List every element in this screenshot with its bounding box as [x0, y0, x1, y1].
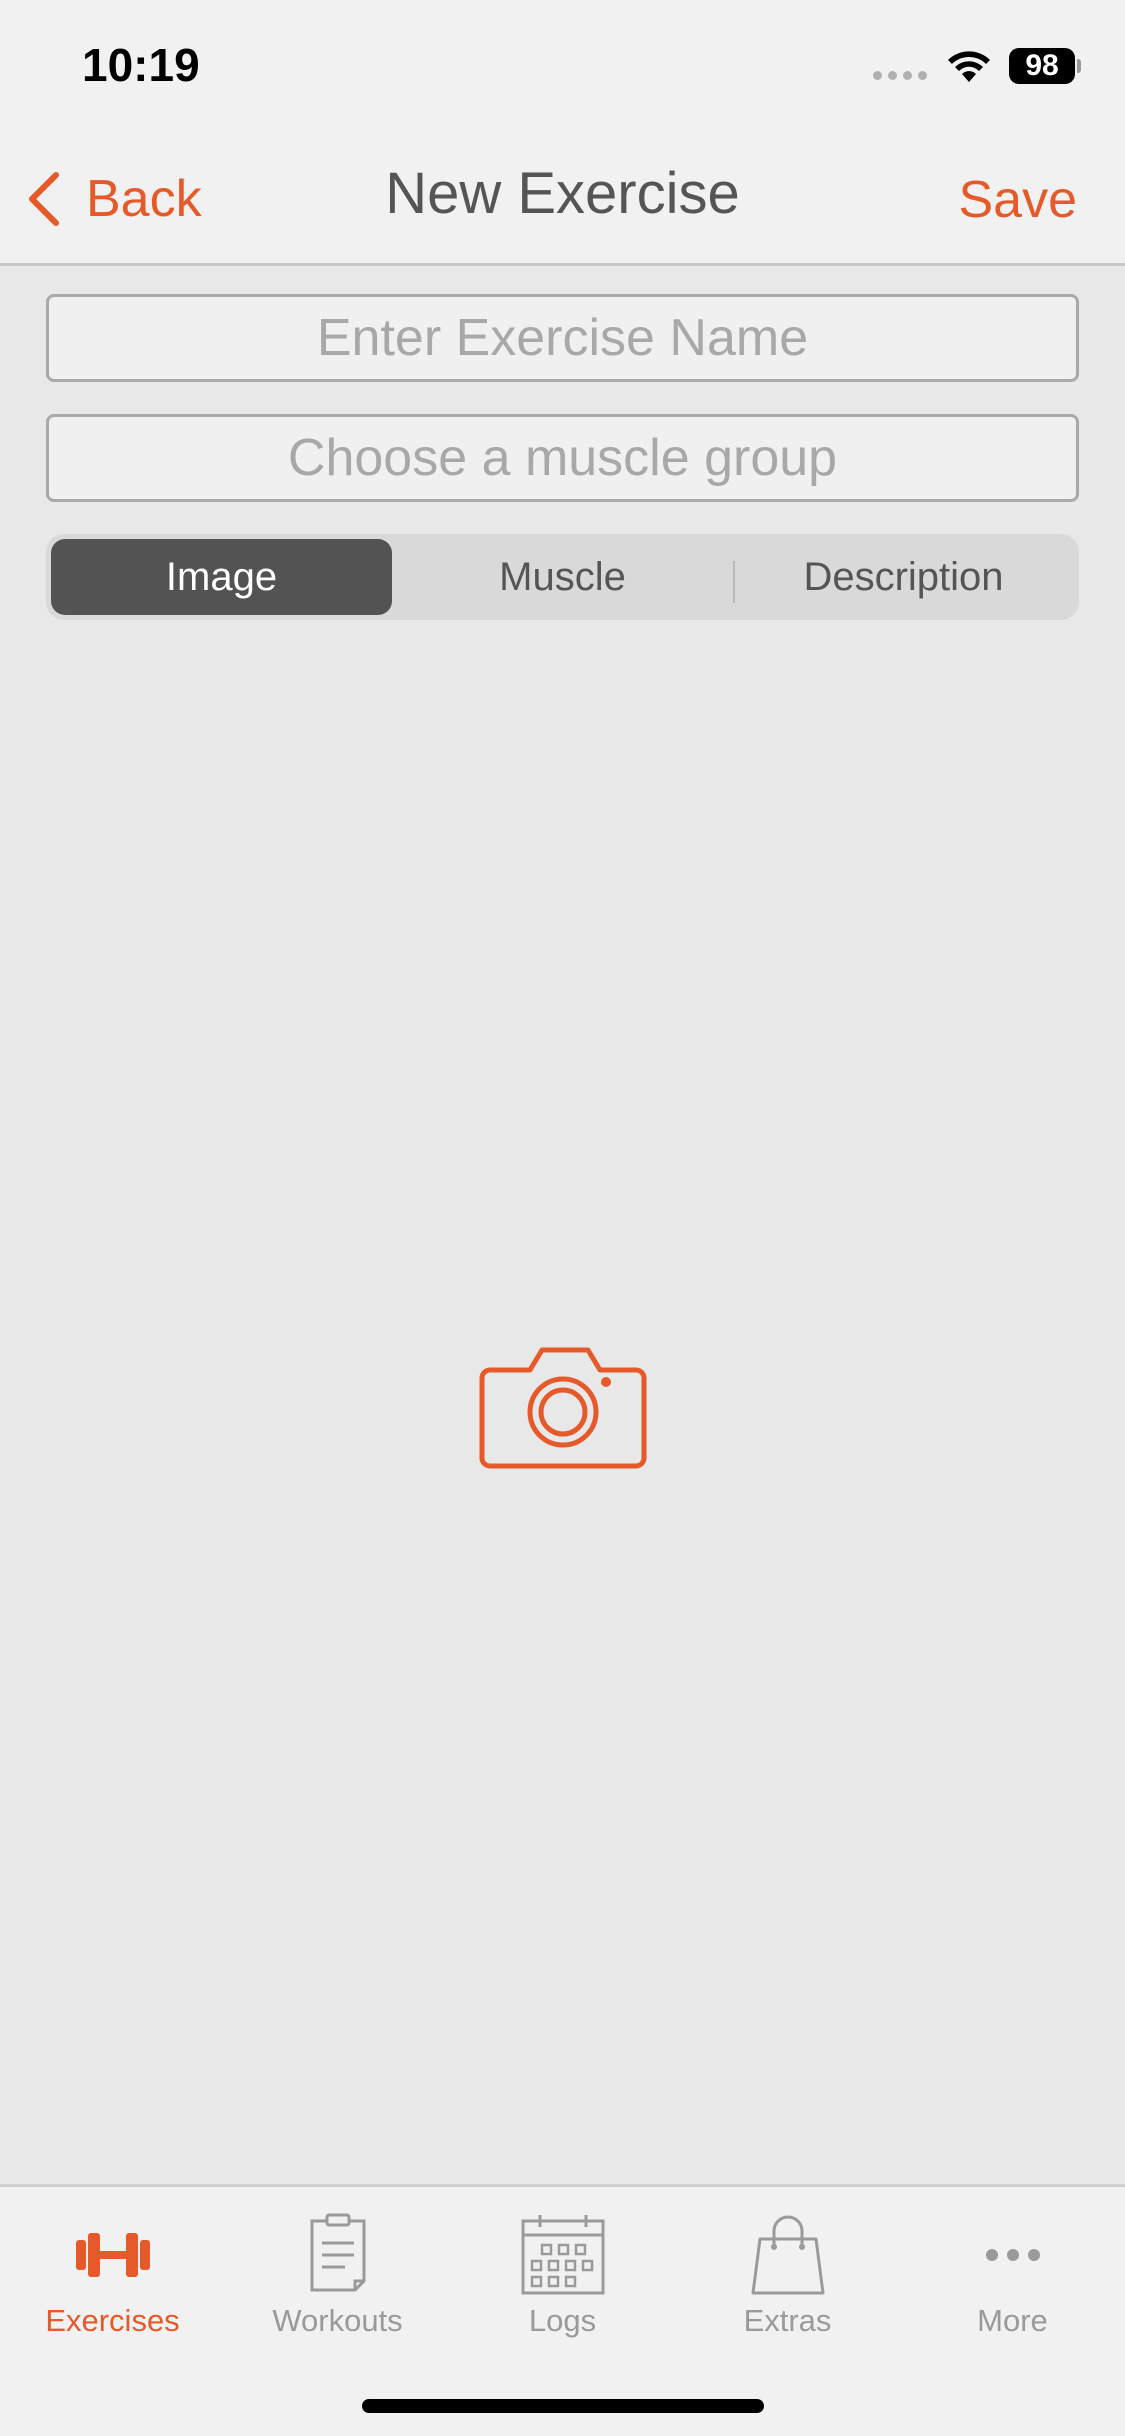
battery-icon: 98	[1009, 48, 1075, 84]
battery-level: 98	[1025, 49, 1059, 82]
camera-icon	[479, 1347, 647, 1469]
segment-label: Description	[803, 554, 1004, 599]
tab-label: Workouts	[272, 2303, 403, 2338]
tab-label: Extras	[743, 2303, 832, 2338]
tab-bar: Exercises Workouts Logs Extras More	[0, 2184, 1125, 2436]
clipboard-icon	[310, 2213, 365, 2292]
segment-muscle[interactable]: Muscle	[392, 539, 733, 615]
status-time: 10:19	[82, 39, 200, 91]
status-indicators: 98	[873, 48, 1081, 84]
shopping-bag-icon	[751, 2215, 824, 2295]
cellular-signal-icon	[873, 70, 927, 80]
tab-label: More	[977, 2303, 1048, 2338]
exercise-name-input[interactable]	[46, 294, 1079, 382]
navigation-bar: Back New Exercise Save	[0, 130, 1125, 266]
tab-more[interactable]: More	[900, 2213, 1125, 2343]
tab-exercises[interactable]: Exercises	[0, 2213, 225, 2343]
page-title: New Exercise	[385, 161, 740, 226]
segment-description[interactable]: Description	[733, 539, 1074, 615]
segmented-control: Image Muscle Description	[46, 534, 1079, 620]
tab-label: Logs	[528, 2303, 597, 2338]
tab-logs[interactable]: Logs	[450, 2213, 675, 2343]
calendar-icon	[521, 2215, 604, 2295]
segment-label: Muscle	[499, 554, 626, 599]
tab-workouts[interactable]: Workouts	[225, 2213, 450, 2343]
segment-label: Image	[165, 554, 278, 599]
save-button[interactable]: Save	[958, 170, 1077, 230]
battery-cap	[1077, 59, 1081, 73]
muscle-group-input[interactable]	[46, 414, 1079, 502]
tab-label: Exercises	[45, 2303, 180, 2338]
status-bar: 10:19 98	[0, 0, 1125, 130]
segment-image[interactable]: Image	[51, 539, 392, 615]
segment-divider	[733, 561, 735, 603]
wifi-icon	[948, 51, 990, 82]
add-photo-button[interactable]	[478, 1340, 648, 1470]
tab-extras[interactable]: Extras	[675, 2213, 900, 2343]
home-indicator	[362, 2399, 764, 2413]
dumbbell-icon	[75, 2233, 150, 2277]
more-dots-icon	[985, 2249, 1040, 2261]
